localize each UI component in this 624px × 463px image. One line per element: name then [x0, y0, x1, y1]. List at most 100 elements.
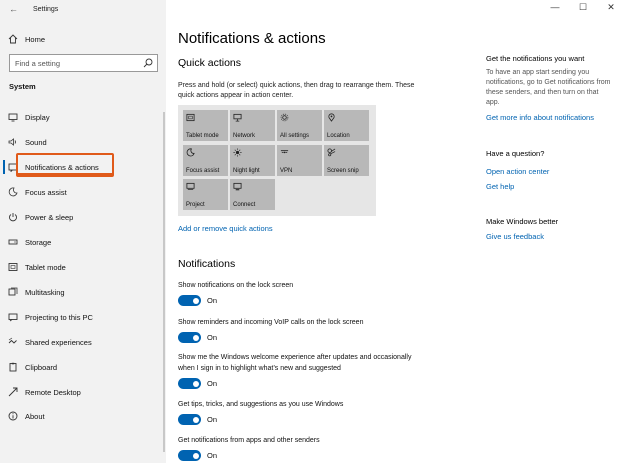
- toggle-state: On: [207, 333, 218, 342]
- sidebar-item-power-sleep[interactable]: Power & sleep: [0, 205, 166, 229]
- vpn-icon: [280, 150, 289, 154]
- setting-label: Get tips, tricks, and suggestions as you…: [178, 401, 344, 408]
- give-feedback-link[interactable]: Give us feedback: [486, 232, 544, 241]
- quick-action-night-light[interactable]: Night light: [230, 145, 275, 176]
- reminders-voip-toggle[interactable]: [178, 332, 201, 343]
- title-bar: ← Settings: [0, 0, 166, 20]
- quick-action-label: Network: [233, 133, 256, 139]
- quick-action-vpn[interactable]: VPN: [277, 145, 322, 176]
- quick-action-label: Tablet mode: [186, 133, 219, 139]
- quick-action-label: VPN: [280, 168, 293, 174]
- sidebar-item-label: Display: [25, 112, 50, 122]
- sidebar-item-label: Home: [25, 34, 46, 44]
- quick-action-project[interactable]: Project: [183, 179, 228, 210]
- quick-actions-panel: Tablet mode Network All settings Locatio…: [178, 105, 376, 216]
- sidebar-item-clipboard[interactable]: Clipboard: [0, 355, 166, 379]
- toggle-state: On: [207, 451, 218, 460]
- sidebar-item-label: About: [25, 411, 45, 421]
- setting-label: Show notifications on the lock screen: [178, 282, 294, 289]
- maximize-button[interactable]: ☐: [578, 2, 588, 13]
- tablet-mode-icon: [186, 113, 195, 122]
- back-arrow-icon[interactable]: ←: [9, 4, 18, 14]
- setting-label: Get notifications from apps and other se…: [178, 437, 320, 444]
- app-notifications-toggle[interactable]: [178, 450, 201, 461]
- get-help-link[interactable]: Get help: [486, 182, 514, 191]
- sidebar-item-display[interactable]: Display: [0, 105, 166, 129]
- tips-tricks-toggle[interactable]: [178, 414, 201, 425]
- sidebar-item-label: Focus assist: [25, 187, 67, 197]
- quick-action-screen-snip[interactable]: Screen snip: [324, 145, 369, 176]
- section-label: System: [9, 82, 36, 91]
- setting-label: Show me the Windows welcome experience a…: [178, 354, 412, 372]
- sidebar-item-shared-experiences[interactable]: Shared experiences: [0, 330, 166, 354]
- shared-experiences-icon: [8, 337, 18, 347]
- sidebar: ← Settings Home System Display Sound Not…: [0, 0, 166, 463]
- sidebar-scrollbar[interactable]: [163, 112, 165, 452]
- scissors-icon: [327, 148, 336, 157]
- sun-icon: [233, 148, 242, 157]
- sidebar-item-remote-desktop[interactable]: Remote Desktop: [0, 380, 166, 404]
- quick-action-tablet-mode[interactable]: Tablet mode: [183, 110, 228, 141]
- lock-screen-notifications-toggle[interactable]: [178, 295, 201, 306]
- notifications-heading: Notifications: [178, 258, 236, 270]
- window-controls: — ☐ ✕: [550, 2, 616, 13]
- sidebar-item-label: Sound: [25, 137, 47, 147]
- quick-action-focus-assist[interactable]: Focus assist: [183, 145, 228, 176]
- moon-icon: [186, 148, 195, 157]
- sidebar-item-label: Remote Desktop: [25, 387, 81, 397]
- get-notifications-text: To have an app start sending you notific…: [486, 69, 611, 106]
- sidebar-item-label: Tablet mode: [25, 262, 66, 272]
- quick-action-network[interactable]: Network: [230, 110, 275, 141]
- sidebar-item-tablet-mode[interactable]: Tablet mode: [0, 255, 166, 279]
- sidebar-item-label: Power & sleep: [25, 212, 74, 222]
- minimize-button[interactable]: —: [550, 2, 560, 13]
- open-action-center-link[interactable]: Open action center: [486, 167, 549, 176]
- sidebar-item-focus-assist[interactable]: Focus assist: [0, 180, 166, 204]
- sidebar-item-multitasking[interactable]: Multitasking: [0, 280, 166, 304]
- quick-action-label: Night light: [233, 168, 260, 174]
- multitasking-icon: [8, 287, 18, 297]
- quick-action-label: Project: [186, 202, 205, 208]
- search-input[interactable]: [10, 55, 140, 71]
- search-box[interactable]: [9, 54, 158, 72]
- quick-action-location[interactable]: Location: [324, 110, 369, 141]
- quick-action-label: Focus assist: [186, 168, 220, 174]
- sidebar-item-projecting[interactable]: Projecting to this PC: [0, 305, 166, 329]
- sound-icon: [8, 137, 18, 147]
- more-info-notifications-link[interactable]: Get more info about notifications: [486, 113, 594, 122]
- connect-icon: [233, 182, 242, 191]
- focus-assist-icon: [8, 187, 18, 197]
- home-icon: [8, 34, 18, 44]
- sidebar-item-label: Clipboard: [25, 362, 58, 372]
- info-icon: [8, 411, 18, 421]
- add-remove-quick-actions-link[interactable]: Add or remove quick actions: [178, 224, 273, 233]
- sidebar-item-sound[interactable]: Sound: [0, 130, 166, 154]
- tablet-mode-icon: [8, 262, 18, 272]
- quick-action-all-settings[interactable]: All settings: [277, 110, 322, 141]
- quick-action-connect[interactable]: Connect: [230, 179, 275, 210]
- sidebar-item-about[interactable]: About: [0, 404, 166, 428]
- welcome-experience-toggle[interactable]: [178, 378, 201, 389]
- app-title: Settings: [33, 6, 59, 13]
- annotation-highlight: [16, 153, 114, 177]
- get-notifications-title: Get the notifications you want: [486, 54, 585, 63]
- project-icon: [186, 182, 195, 191]
- sidebar-item-storage[interactable]: Storage: [0, 230, 166, 254]
- sidebar-item-label: Shared experiences: [25, 337, 92, 347]
- power-icon: [8, 212, 18, 222]
- quick-action-label: All settings: [280, 133, 310, 139]
- location-icon: [328, 113, 335, 122]
- setting-label: Show reminders and incoming VoIP calls o…: [178, 319, 364, 326]
- search-icon[interactable]: [143, 58, 153, 68]
- make-windows-better-title: Make Windows better: [486, 217, 559, 226]
- close-button[interactable]: ✕: [606, 2, 616, 13]
- storage-icon: [8, 237, 18, 247]
- quick-action-label: Location: [327, 133, 350, 139]
- question-title: Have a question?: [486, 149, 545, 158]
- main-content: — ☐ ✕ Notifications & actions Quick acti…: [166, 0, 624, 463]
- toggle-state: On: [207, 415, 218, 424]
- sidebar-item-label: Projecting to this PC: [25, 312, 93, 322]
- page-title: Notifications & actions: [178, 30, 326, 47]
- gear-icon: [280, 113, 289, 122]
- sidebar-item-home[interactable]: Home: [0, 27, 166, 51]
